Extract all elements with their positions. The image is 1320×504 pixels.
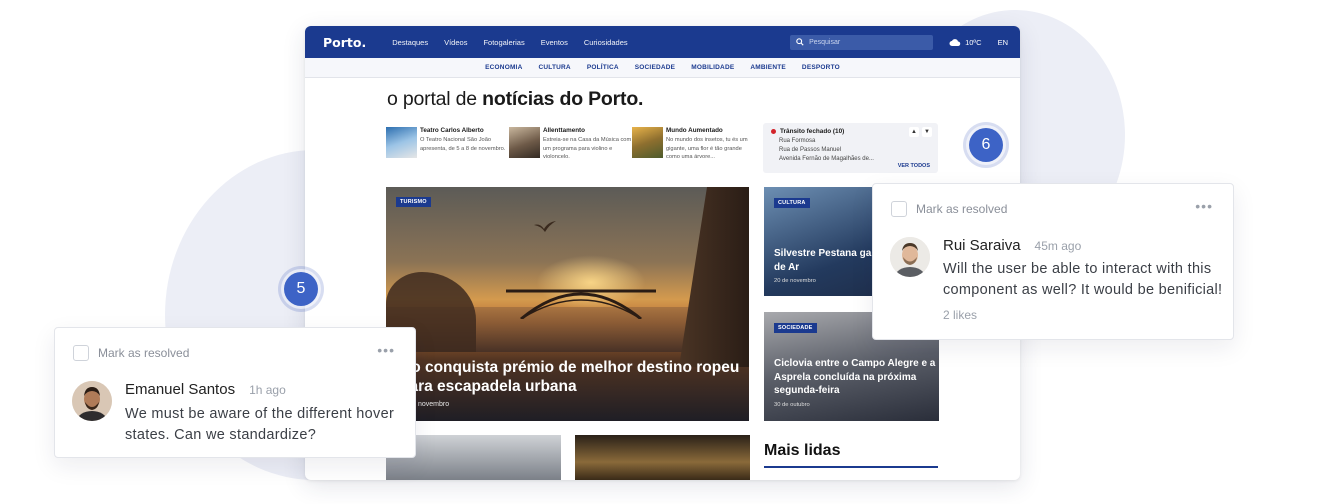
resolve-checkbox[interactable]: [73, 345, 89, 361]
mini-article-text: No mundo dos insetos, tu és um gigante, …: [666, 137, 748, 161]
nav-item-fotogalerias[interactable]: Fotogalerias: [483, 38, 524, 47]
traffic-item: Avenida Fernão de Magalhães de...: [779, 156, 874, 162]
likes-count[interactable]: 2 likes: [943, 308, 977, 322]
mini-article[interactable]: Mundo Aumentado No mundo dos insetos, tu…: [632, 127, 755, 162]
traffic-widget: Trânsito fechado (10) Rua Formosa Rua de…: [763, 123, 938, 173]
avatar: [890, 237, 930, 277]
search-input[interactable]: Pesquisar: [790, 34, 934, 50]
hero-article[interactable]: TURISMO rto conquista prémio de melhor d…: [386, 187, 749, 421]
cloud-icon: [949, 38, 961, 46]
more-options-icon[interactable]: •••: [1195, 199, 1213, 213]
mini-article-title: Allenttamento: [543, 127, 585, 134]
language-switch[interactable]: EN: [998, 38, 1008, 47]
comment-author: Emanuel Santos: [125, 381, 236, 398]
category-badge: TURISMO: [396, 197, 431, 207]
weather-widget: 10ºC: [949, 38, 982, 47]
bridge-graphic: [506, 289, 656, 319]
news-card-date: 30 de outubro: [774, 402, 810, 408]
resolve-label: Mark as resolved: [98, 346, 190, 360]
avatar: [72, 381, 112, 421]
hero-date: novembro: [418, 401, 450, 408]
mini-article-list: Teatro Carlos Alberto O Teatro Nacional …: [386, 127, 755, 162]
mini-article-text: Estreia-se na Casa da Música com um prog…: [543, 137, 632, 161]
comment-author: Rui Saraiva: [943, 237, 1021, 254]
category-nav: ECONOMIA CULTURA POLÍTICA SOCIEDADE MOBI…: [305, 58, 1020, 78]
mini-article-title: Mundo Aumentado: [666, 127, 723, 134]
mini-article[interactable]: Allenttamento Estreia-se na Casa da Músi…: [509, 127, 632, 162]
news-card-title: Ciclovia entre o Campo Alegre e a Asprel…: [774, 358, 936, 396]
nav-item-destaques[interactable]: Destaques: [392, 38, 428, 47]
tagline-prefix: o portal de: [387, 88, 483, 110]
traffic-item: Rua Formosa: [779, 138, 816, 144]
resolve-label: Mark as resolved: [916, 202, 1008, 216]
category-cultura[interactable]: CULTURA: [538, 64, 570, 71]
seagull-graphic: [534, 221, 556, 232]
most-read-heading: Mais lidas: [764, 442, 841, 459]
comment-marker-number: 5: [284, 272, 318, 306]
nav-item-curiosidades[interactable]: Curiosidades: [584, 38, 628, 47]
mini-article-image: [509, 127, 540, 158]
comment-time: 45m ago: [1034, 239, 1082, 253]
mini-article-image: [632, 127, 663, 158]
see-all-link[interactable]: VER TODOS: [898, 163, 930, 169]
top-navigation: Porto. Destaques Vídeos Fotogalerias Eve…: [305, 26, 1020, 58]
comment-text: Will the user be able to interact with t…: [943, 261, 1223, 298]
nav-item-eventos[interactable]: Eventos: [541, 38, 568, 47]
person-icon: [72, 381, 112, 421]
mini-article-image: [386, 127, 417, 158]
mini-article-text: O Teatro Nacional São João apresenta, de…: [420, 137, 506, 152]
hero-title[interactable]: rto conquista prémio de melhor destino r…: [400, 358, 740, 396]
comment-card: Mark as resolved ••• Emanuel Santos 1h ag…: [54, 327, 416, 458]
comment-marker-number: 6: [969, 128, 1003, 162]
person-icon: [890, 237, 930, 277]
comment-marker[interactable]: 6: [963, 122, 1009, 168]
category-badge: CULTURA: [774, 198, 810, 208]
search-icon: [796, 38, 804, 46]
category-mobilidade[interactable]: MOBILIDADE: [691, 64, 734, 71]
article-thumbnail[interactable]: [575, 435, 750, 480]
temperature: 10ºC: [965, 37, 982, 47]
category-sociedade[interactable]: SOCIEDADE: [635, 64, 675, 71]
more-options-icon[interactable]: •••: [377, 343, 395, 357]
comment-marker[interactable]: 5: [278, 266, 324, 312]
news-card-date: 20 de novembro: [774, 278, 816, 284]
category-politica[interactable]: POLÍTICA: [587, 64, 619, 71]
traffic-title: Trânsito fechado (10): [780, 128, 845, 135]
comment-time: 1h ago: [249, 383, 286, 397]
resolve-checkbox[interactable]: [891, 201, 907, 217]
comment-card: Mark as resolved ••• Rui Saraiva 45m ago …: [872, 183, 1234, 340]
search-placeholder: Pesquisar: [809, 38, 841, 46]
mini-article[interactable]: Teatro Carlos Alberto O Teatro Nacional …: [386, 127, 509, 162]
mini-article-title: Teatro Carlos Alberto: [420, 127, 484, 134]
comment-text: We must be aware of the different hover …: [125, 406, 395, 443]
nav-item-videos[interactable]: Vídeos: [444, 38, 467, 47]
chevron-up-icon[interactable]: ▲: [909, 127, 919, 137]
category-badge: SOCIEDADE: [774, 323, 817, 333]
alert-dot-icon: [771, 129, 776, 134]
category-desporto[interactable]: DESPORTO: [802, 64, 840, 71]
category-ambiente[interactable]: AMBIENTE: [750, 64, 786, 71]
tagline-bold: notícias do Porto.: [482, 88, 644, 110]
category-economia[interactable]: ECONOMIA: [485, 64, 522, 71]
page-tagline: o portal de notícias do Porto.: [387, 88, 643, 111]
traffic-item: Rua de Passos Manuel: [779, 147, 842, 153]
site-logo[interactable]: Porto.: [323, 35, 366, 50]
divider: [764, 466, 938, 468]
chevron-down-icon[interactable]: ▼: [922, 127, 932, 137]
